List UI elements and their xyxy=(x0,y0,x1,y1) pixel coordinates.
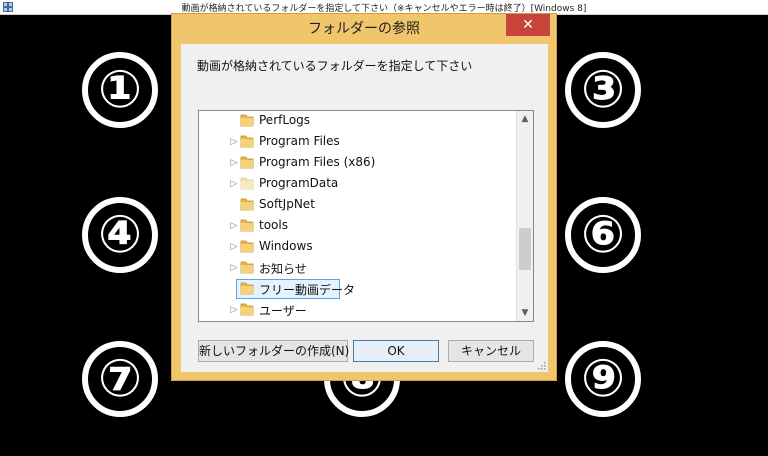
tree-item-label: Program Files xyxy=(259,134,340,148)
number-3[interactable]: ③ xyxy=(565,52,641,128)
close-button[interactable]: ✕ xyxy=(506,14,550,36)
number-9[interactable]: ⑨ xyxy=(565,341,641,417)
tree-item[interactable]: ▷ ProgramData xyxy=(199,174,517,194)
folder-icon xyxy=(240,219,254,232)
tree-item-label: フリー動画データ xyxy=(259,283,356,297)
tree-item-label: tools xyxy=(259,218,288,232)
folder-icon xyxy=(240,114,254,127)
folder-icon xyxy=(240,282,254,295)
tree-item-label: ユーザー xyxy=(259,304,307,318)
ok-button[interactable]: OK xyxy=(353,340,439,362)
tree-item[interactable]: ▷ お知らせ xyxy=(199,258,517,278)
tree-item-label: SoftJpNet xyxy=(259,197,315,211)
folder-tree[interactable]: ▷ PerfLogs ▷ Program Files ▷ Program Fil… xyxy=(198,110,534,322)
expand-icon[interactable]: ▷ xyxy=(229,220,239,232)
resize-grip-icon[interactable] xyxy=(536,360,546,370)
number-1[interactable]: ① xyxy=(82,52,158,128)
tree-item-label: Windows xyxy=(259,239,313,253)
scrollbar-thumb[interactable] xyxy=(519,228,531,270)
folder-icon xyxy=(240,177,254,190)
tree-item-label: お知らせ xyxy=(259,262,307,276)
folder-icon xyxy=(240,135,254,148)
tree-item[interactable]: ▷ tools xyxy=(199,216,517,236)
tree-item[interactable]: ▷ ユーザー xyxy=(199,300,517,320)
folder-icon xyxy=(240,156,254,169)
tree-item-label: ProgramData xyxy=(259,176,339,190)
expand-icon[interactable]: ▷ xyxy=(229,136,239,148)
tree-item-label: Program Files (x86) xyxy=(259,155,376,169)
number-4[interactable]: ④ xyxy=(82,197,158,273)
tree-item-selected[interactable]: ▷ フリー動画データ xyxy=(199,279,517,299)
folder-icon xyxy=(240,198,254,211)
dialog-body: 動画が格納されているフォルダーを指定して下さい ▷ PerfLogs ▷ Pro… xyxy=(181,44,548,372)
tree-item-label: PerfLogs xyxy=(259,113,311,127)
dialog-description: 動画が格納されているフォルダーを指定して下さい xyxy=(197,59,473,73)
tree-item[interactable]: ▷ SoftJpNet xyxy=(199,195,517,215)
browse-folder-dialog: フォルダーの参照 ✕ 動画が格納されているフォルダーを指定して下さい ▷ Per… xyxy=(171,13,557,381)
scroll-down-arrow-icon[interactable]: ▼ xyxy=(517,305,533,321)
expand-icon[interactable]: ▷ xyxy=(229,262,239,274)
number-7[interactable]: ⑦ xyxy=(82,341,158,417)
folder-icon xyxy=(240,303,254,316)
folder-icon xyxy=(240,240,254,253)
dialog-title: フォルダーの参照 xyxy=(308,21,420,37)
cancel-button[interactable]: キャンセル xyxy=(448,340,534,362)
expand-icon[interactable]: ▷ xyxy=(229,304,239,316)
expand-icon[interactable]: ▷ xyxy=(229,178,239,190)
tree-item[interactable]: ▷ Windows xyxy=(199,237,517,257)
tree-item[interactable]: ▷ Program Files xyxy=(199,132,517,152)
expand-icon[interactable]: ▷ xyxy=(229,157,239,169)
number-6[interactable]: ⑥ xyxy=(565,197,641,273)
folder-icon xyxy=(240,261,254,274)
tree-item[interactable]: ▷ PerfLogs xyxy=(199,111,517,131)
vertical-scrollbar[interactable]: ▲ ▼ xyxy=(516,111,533,321)
expand-icon[interactable]: ▷ xyxy=(229,241,239,253)
new-folder-button[interactable]: 新しいフォルダーの作成(N) xyxy=(198,340,349,362)
scroll-up-arrow-icon[interactable]: ▲ xyxy=(517,111,533,127)
tree-item[interactable]: ▷ Program Files (x86) xyxy=(199,153,517,173)
